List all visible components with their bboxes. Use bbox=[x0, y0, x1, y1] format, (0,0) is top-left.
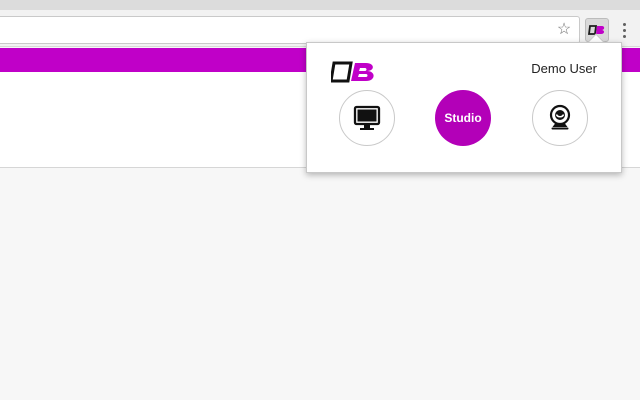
webcam-button[interactable] bbox=[532, 90, 588, 146]
webcam-icon bbox=[549, 104, 571, 130]
extension-popup: Demo User Studio bbox=[306, 42, 622, 173]
brand-logo-icon bbox=[331, 60, 377, 84]
bookmark-star-icon[interactable]: ☆ bbox=[554, 20, 574, 40]
user-name: Demo User bbox=[531, 61, 597, 76]
browser-toolbar: ☆ bbox=[0, 0, 640, 47]
studio-button[interactable]: Studio bbox=[435, 90, 491, 146]
desktop-capture-button[interactable] bbox=[339, 90, 395, 146]
desktop-icon bbox=[353, 105, 381, 130]
browser-viewport: ☆ Demo User Studio bbox=[0, 0, 640, 400]
address-bar[interactable] bbox=[0, 16, 580, 44]
browser-menu-button[interactable] bbox=[616, 18, 632, 42]
menu-dots-icon bbox=[622, 22, 626, 38]
tab-strip bbox=[0, 0, 640, 10]
page-body bbox=[0, 168, 640, 400]
